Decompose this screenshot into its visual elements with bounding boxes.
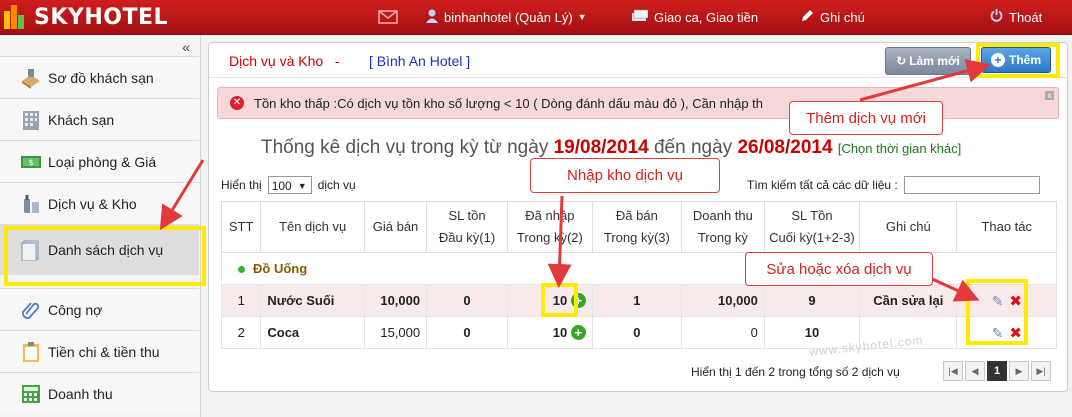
- annotation-arrows: [159, 59, 991, 302]
- callout-add: Thêm dịch vụ mới: [789, 101, 943, 135]
- callout-edit: Sửa hoặc xóa dịch vụ: [745, 252, 933, 286]
- callout-import: Nhập kho dịch vụ: [530, 158, 720, 193]
